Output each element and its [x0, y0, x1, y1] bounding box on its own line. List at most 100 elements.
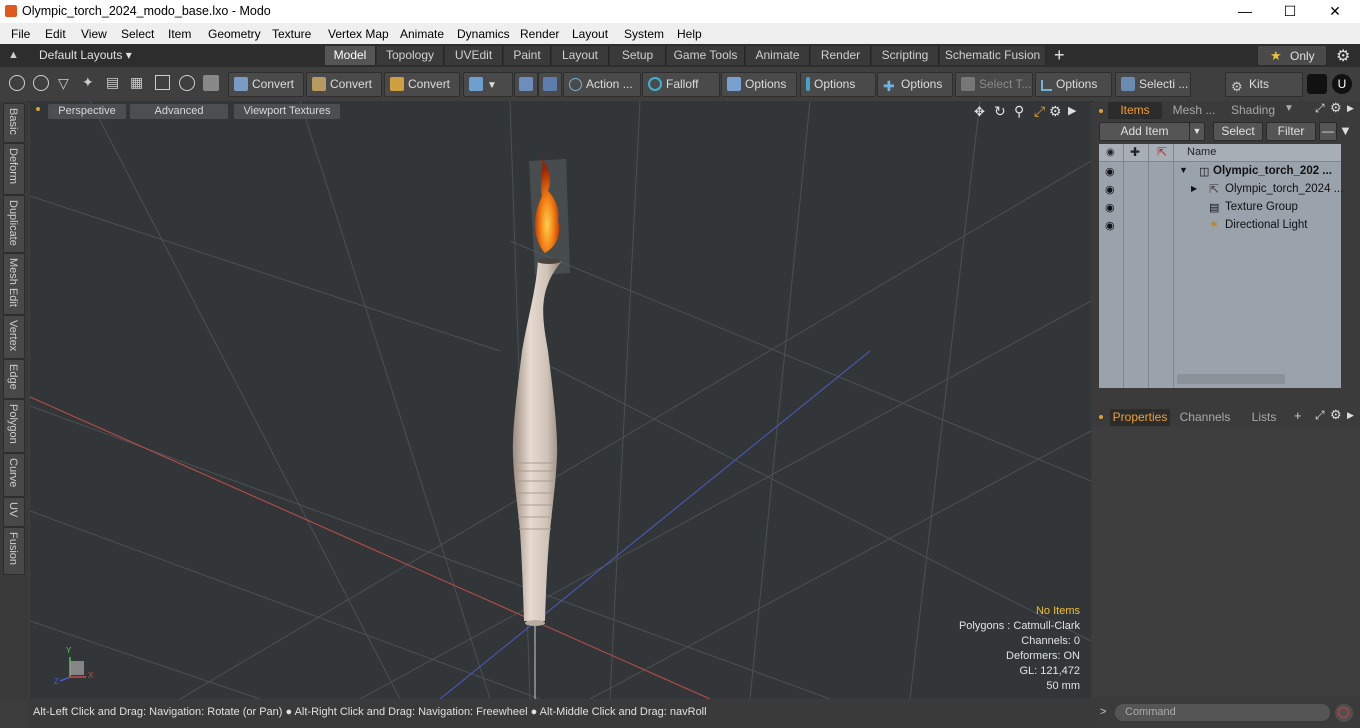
menu-dynamics[interactable]: Dynamics — [457, 27, 510, 41]
tab-setup[interactable]: Setup — [610, 46, 666, 65]
unreal-icon[interactable]: U — [1332, 74, 1352, 94]
primitive-dropdown[interactable]: ▼ — [463, 72, 513, 97]
tab-schematic-fusion[interactable]: Schematic Fusion — [940, 46, 1046, 65]
material-mode-icon[interactable] — [179, 75, 195, 91]
command-input[interactable]: Command — [1115, 704, 1330, 721]
options-button-3[interactable]: ✚ Options — [877, 72, 953, 97]
tab-items[interactable]: Items — [1108, 102, 1162, 119]
minimize-button[interactable]: — — [1222, 2, 1268, 22]
select-button[interactable]: Select — [1213, 122, 1263, 141]
gear-icon[interactable]: ⚙ — [1330, 407, 1342, 423]
tab-uvedit[interactable]: UVEdit — [445, 46, 503, 65]
convert-button-2[interactable]: Convert — [306, 72, 382, 97]
polygon-mode-icon[interactable]: ▦ — [130, 74, 143, 91]
tab-edge[interactable]: Edge — [3, 359, 25, 399]
list-item[interactable]: ◉ ▤ Texture Group — [1099, 199, 1341, 217]
convert-button-1[interactable]: Convert — [228, 72, 304, 97]
workplane-button[interactable] — [538, 72, 562, 97]
add-tab-button[interactable]: + — [1054, 45, 1065, 66]
globe-icon[interactable] — [33, 75, 49, 91]
menu-help[interactable]: Help — [677, 27, 702, 41]
expand-triangle-icon[interactable]: ▶ — [1191, 184, 1197, 193]
menu-select[interactable]: Select — [121, 27, 154, 41]
menu-system[interactable]: System — [624, 27, 664, 41]
collapse-triangle-icon[interactable]: ▼ — [1179, 165, 1188, 175]
tab-uv[interactable]: UV — [3, 497, 25, 527]
rotate-icon[interactable]: ↻ — [994, 103, 1006, 120]
gear-icon[interactable]: ⚙ — [1336, 46, 1350, 66]
menu-geometry[interactable]: Geometry — [208, 27, 261, 41]
item-mode-icon[interactable] — [155, 75, 170, 90]
maximize-button[interactable]: ☐ — [1267, 2, 1313, 22]
tab-paint[interactable]: Paint — [504, 46, 551, 65]
menu-edit[interactable]: Edit — [45, 27, 66, 41]
tab-vertex[interactable]: Vertex — [3, 315, 25, 359]
tab-fusion[interactable]: Fusion — [3, 527, 25, 575]
selection-sets-button[interactable]: Selecti ... — [1115, 72, 1191, 97]
menu-layout[interactable]: Layout — [572, 27, 608, 41]
panel-menu-dot[interactable] — [1099, 415, 1103, 419]
menu-animate[interactable]: Animate — [400, 27, 444, 41]
viewport-menu-dot[interactable] — [36, 107, 40, 111]
expand-icon[interactable]: ⤢ — [1315, 408, 1325, 423]
menu-item[interactable]: Item — [168, 27, 191, 41]
tab-lists[interactable]: Lists — [1238, 409, 1290, 426]
list-item[interactable]: ◉ ▼ ◫ Olympic_torch_202 ... — [1099, 163, 1341, 181]
eye-icon[interactable]: ◉ — [1105, 165, 1115, 178]
only-toggle[interactable]: ★ Only — [1258, 46, 1326, 65]
menu-file[interactable]: File — [11, 27, 30, 41]
kits-button[interactable]: ⚙ Kits — [1225, 72, 1303, 97]
options-button-4[interactable]: Options — [1035, 72, 1112, 97]
menu-render[interactable]: Render — [520, 27, 559, 41]
eye-icon[interactable]: ◉ — [1105, 219, 1115, 232]
perspective-dropdown[interactable]: Perspective — [48, 104, 126, 119]
zoom-icon[interactable]: ⚲ — [1014, 103, 1024, 120]
tab-channels[interactable]: Channels — [1175, 409, 1235, 426]
menu-vertex-map[interactable]: Vertex Map — [328, 27, 389, 41]
menu-texture[interactable]: Texture — [272, 27, 311, 41]
pan-icon[interactable]: ✥ — [974, 104, 985, 120]
panel-menu-dot[interactable] — [1099, 109, 1103, 113]
pen-icon[interactable]: ▽ — [58, 75, 69, 92]
options-button-2[interactable]: Options — [800, 72, 876, 97]
add-item-dropdown[interactable]: ▼ — [1189, 122, 1205, 141]
horizontal-scrollbar[interactable] — [1177, 374, 1285, 384]
chevron-down-icon[interactable]: ▼ — [1284, 103, 1294, 114]
options-button-1[interactable]: Options — [721, 72, 797, 97]
action-center-button[interactable]: Action ... — [563, 72, 641, 97]
tab-mesh-edit[interactable]: Mesh Edit — [3, 253, 25, 315]
layout-preset-dropdown[interactable]: Default Layouts ▾ — [39, 48, 132, 62]
viewport-textures-dropdown[interactable]: Viewport Textures — [234, 104, 340, 119]
play-icon[interactable]: ▶ — [1347, 103, 1354, 114]
cube-icon[interactable] — [203, 75, 219, 91]
maximize-viewport-icon[interactable]: ⤢ — [1034, 103, 1045, 120]
tab-scripting[interactable]: Scripting — [872, 46, 939, 65]
filter-button[interactable]: Filter — [1266, 122, 1316, 141]
tab-shading[interactable]: Shading — [1225, 102, 1281, 119]
tab-duplicate[interactable]: Duplicate — [3, 195, 25, 253]
tab-mesh[interactable]: Mesh ... — [1167, 102, 1221, 119]
tab-topology[interactable]: Topology — [377, 46, 444, 65]
close-button[interactable]: ✕ — [1312, 2, 1358, 22]
menu-view[interactable]: View — [81, 27, 107, 41]
add-item-button[interactable]: Add Item — [1099, 122, 1190, 141]
list-item[interactable]: ◉ ☀ Directional Light — [1099, 217, 1341, 235]
record-button[interactable] — [1335, 704, 1353, 722]
vertex-mode-icon[interactable] — [9, 75, 25, 91]
falloff-button[interactable]: Falloff — [642, 72, 720, 97]
eye-icon[interactable]: ◉ — [1105, 201, 1115, 214]
tab-basic[interactable]: Basic — [3, 103, 25, 143]
3d-viewport[interactable]: Perspective Advanced Viewport Textures ✥… — [30, 101, 1091, 699]
advanced-dropdown[interactable]: Advanced — [130, 104, 228, 119]
brush-icon[interactable]: ✦ — [82, 74, 94, 91]
play-icon[interactable]: ▶ — [1068, 104, 1076, 117]
funnel-icon[interactable]: ▼ — [1339, 123, 1352, 138]
symmetry-button[interactable] — [514, 72, 538, 97]
tab-curve[interactable]: Curve — [3, 453, 25, 497]
tab-model[interactable]: Model — [325, 46, 376, 65]
edge-mode-icon[interactable]: ▤ — [106, 74, 119, 91]
convert-button-3[interactable]: Convert — [384, 72, 460, 97]
add-tab-button[interactable]: + — [1294, 408, 1302, 423]
gear-icon[interactable]: ⚙ — [1049, 103, 1062, 120]
expand-icon[interactable]: ⤢ — [1315, 101, 1325, 116]
